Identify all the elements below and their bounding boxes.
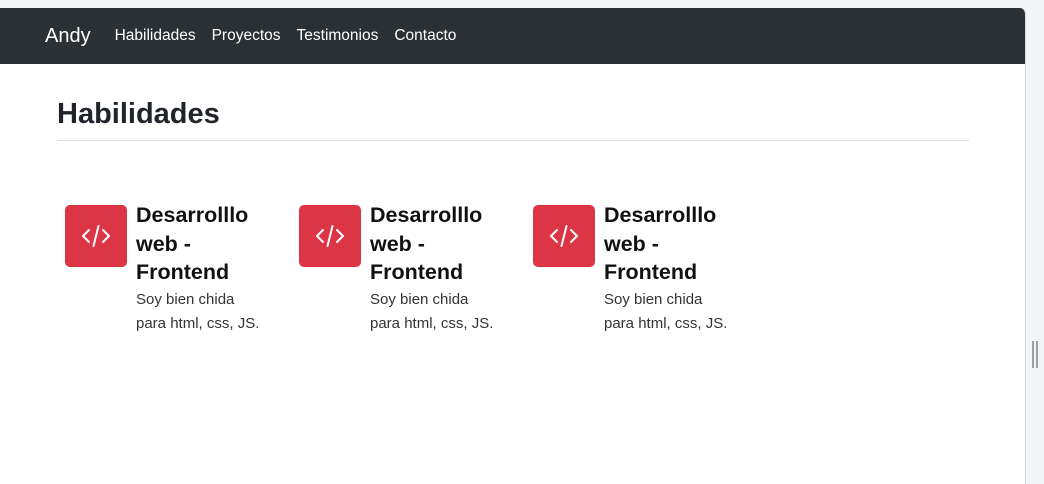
resize-handle[interactable] — [1032, 341, 1038, 368]
code-icon — [299, 205, 361, 267]
skill-description: Soy bien chida para html, css, JS. — [604, 290, 728, 333]
skill-card: Desarrolllo web - Frontend Soy bien chid… — [299, 201, 500, 337]
nav-link-proyectos[interactable]: Proyectos — [212, 28, 281, 44]
skill-card-body: Desarrolllo web - Frontend Soy bien chid… — [136, 201, 266, 337]
nav-link-testimonios[interactable]: Testimonios — [297, 28, 379, 44]
skill-card: Desarrolllo web - Frontend Soy bien chid… — [65, 201, 266, 337]
code-icon — [65, 205, 127, 267]
skill-card-body: Desarrolllo web - Frontend Soy bien chid… — [370, 201, 500, 337]
nav-link-contacto[interactable]: Contacto — [394, 28, 456, 44]
main-content: Habilidades Desarrolllo web - Frontend S… — [0, 98, 1025, 341]
navbar-brand[interactable]: Andy — [45, 26, 91, 46]
code-icon — [533, 205, 595, 267]
navbar: Andy Habilidades Proyectos Testimonios C… — [0, 8, 1025, 64]
browser-viewport: Andy Habilidades Proyectos Testimonios C… — [0, 8, 1026, 484]
section-title: Habilidades — [57, 98, 969, 141]
skill-title: Desarrolllo web - Frontend — [136, 203, 249, 284]
skill-card-body: Desarrolllo web - Frontend Soy bien chid… — [604, 201, 734, 337]
skill-description: Soy bien chida para html, css, JS. — [136, 290, 260, 333]
skill-title: Desarrolllo web - Frontend — [604, 203, 717, 284]
nav-link-habilidades[interactable]: Habilidades — [115, 28, 196, 44]
skill-title: Desarrolllo web - Frontend — [370, 203, 483, 284]
skills-list: Desarrolllo web - Frontend Soy bien chid… — [57, 141, 968, 341]
skill-card: Desarrolllo web - Frontend Soy bien chid… — [533, 201, 734, 337]
skill-description: Soy bien chida para html, css, JS. — [370, 290, 494, 333]
